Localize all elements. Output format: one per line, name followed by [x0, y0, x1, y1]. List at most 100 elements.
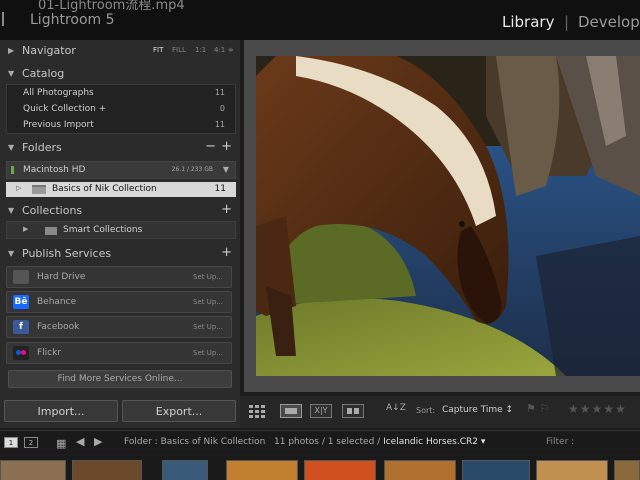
import-button[interactable]: Import... [4, 400, 118, 422]
filmstrip [0, 456, 640, 480]
collection-expand-icon[interactable]: ▶ [23, 225, 28, 233]
app-name: Lightroom 5 [30, 12, 115, 28]
behance-icon: Bē [13, 295, 29, 309]
publish-service-behance[interactable]: Bē Behance Set Up... [6, 291, 232, 313]
catalog-item-count: 0 [219, 104, 225, 113]
collections-title: Collections [22, 204, 83, 217]
catalog-item-previous-import[interactable]: Previous Import 11 [7, 118, 235, 134]
collection-item-smart-collections[interactable]: ▶ Smart Collections [6, 221, 236, 239]
grid-view-icon[interactable] [248, 404, 270, 418]
service-setup-button[interactable]: Set Up... [193, 323, 223, 331]
expand-triangle-icon: ▼ [8, 206, 15, 215]
primary-monitor-button[interactable]: 1 [4, 437, 18, 448]
catalog-list: All Photographs 11 Quick Collection + 0 … [6, 84, 236, 134]
publish-service-hard-drive[interactable]: Hard Drive Set Up... [6, 266, 232, 288]
remove-folder-icon[interactable]: − [205, 139, 216, 154]
catalog-title: Catalog [22, 67, 65, 80]
import-label: Import... [37, 405, 85, 418]
volume-macintosh-hd[interactable]: Macintosh HD 26.1 / 233 GB ▼ [6, 161, 236, 179]
filmstrip-thumbnail[interactable] [614, 460, 640, 480]
catalog-item-count: 11 [214, 120, 225, 129]
selected-file-dropdown[interactable]: Icelandic Horses.CR2 ▾ [383, 437, 485, 447]
add-publish-service-icon[interactable]: + [221, 245, 232, 260]
volume-label: Macintosh HD [23, 165, 86, 175]
library-toolbar: X|Y A↓Z Sort: Capture Time ↕ ⚑ ⚐ ★★★★★ [240, 396, 640, 428]
filmstrip-thumbnail[interactable] [72, 460, 142, 480]
module-library[interactable]: Library [502, 13, 554, 31]
collapse-triangle-icon: ▶ [8, 46, 15, 55]
expand-triangle-icon: ▼ [8, 143, 15, 152]
filmstrip-header: 1 2 ▦ ◀ ▶ Folder : Basics of Nik Collect… [0, 430, 640, 454]
expand-triangle-icon: ▼ [8, 249, 15, 258]
forward-arrow-icon[interactable]: ▶ [94, 435, 102, 448]
photo-count-info: 11 photos / 1 selected / Icelandic Horse… [274, 437, 485, 447]
hard-drive-icon [13, 270, 29, 284]
compare-view-icon[interactable]: X|Y [310, 404, 332, 418]
module-develop[interactable]: Develop [578, 13, 640, 31]
service-label: Behance [37, 297, 77, 307]
folder-count: 11 [214, 184, 226, 194]
catalog-item-quick-collection[interactable]: Quick Collection + 0 [7, 102, 235, 118]
survey-view-icon[interactable] [342, 404, 364, 418]
folder-icon [32, 185, 46, 194]
horse-photo[interactable] [256, 56, 640, 376]
navigator-title: Navigator [22, 44, 76, 57]
filmstrip-thumbnail[interactable] [226, 460, 298, 480]
collections-header[interactable]: ▼ Collections + [0, 202, 240, 220]
folder-item-basics-of-nik-collection[interactable]: ▷ Basics of Nik Collection 11 [6, 182, 236, 197]
service-setup-button[interactable]: Set Up... [193, 298, 223, 306]
grid-mode-icon[interactable]: ▦ [56, 437, 66, 450]
lightroom-logo-icon [2, 12, 12, 26]
navigator-header[interactable]: ▶ Navigator FIT FILL 1:1 4:1 ≑ [0, 42, 240, 60]
filter-label: Filter : [546, 437, 575, 447]
service-label: Flickr [37, 348, 62, 358]
filmstrip-thumbnail[interactable] [462, 460, 530, 480]
service-setup-button[interactable]: Set Up... [193, 349, 223, 357]
catalog-item-label: Previous Import [23, 120, 94, 130]
service-label: Hard Drive [37, 272, 86, 282]
zoom-stepper-icon[interactable]: ≑ [228, 46, 234, 54]
expand-triangle-icon: ▼ [8, 69, 15, 78]
filmstrip-thumbnail[interactable] [304, 460, 376, 480]
facebook-icon: f [13, 320, 29, 334]
folder-expand-icon[interactable]: ▷ [16, 184, 21, 192]
flickr-icon [13, 346, 29, 360]
filmstrip-thumbnail[interactable] [0, 460, 66, 480]
add-folder-icon[interactable]: + [221, 139, 232, 154]
folders-title: Folders [22, 141, 62, 154]
publish-services-title: Publish Services [22, 247, 112, 260]
find-more-services-button[interactable]: Find More Services Online... [8, 370, 232, 388]
filmstrip-thumbnail[interactable] [162, 460, 208, 480]
catalog-item-all-photographs[interactable]: All Photographs 11 [7, 86, 235, 102]
loupe-view-icon[interactable] [280, 404, 302, 418]
filmstrip-thumbnail[interactable] [384, 460, 456, 480]
sort-dropdown[interactable]: Capture Time ↕ [442, 405, 513, 415]
sort-direction-icon[interactable]: A↓Z [386, 403, 406, 413]
left-panel: ▶ Navigator FIT FILL 1:1 4:1 ≑ ▼ Catalog… [0, 40, 240, 428]
volume-size: 26.1 / 233 GB [171, 166, 213, 173]
catalog-header[interactable]: ▼ Catalog [0, 65, 240, 83]
smart-collection-folder-icon [45, 227, 57, 235]
source-path[interactable]: Folder : Basics of Nik Collection [124, 437, 265, 447]
zoom-4-1[interactable]: 4:1 [214, 46, 225, 54]
publish-service-facebook[interactable]: f Facebook Set Up... [6, 316, 232, 338]
star-rating[interactable]: ★★★★★ [568, 402, 627, 416]
zoom-fit[interactable]: FIT [153, 46, 163, 54]
service-label: Facebook [37, 322, 80, 332]
export-button[interactable]: Export... [122, 400, 236, 422]
folders-header[interactable]: ▼ Folders − + [0, 139, 240, 157]
zoom-1-1[interactable]: 1:1 [195, 46, 206, 54]
zoom-fill[interactable]: FILL [172, 46, 186, 54]
flag-icons[interactable]: ⚑ ⚐ [526, 402, 549, 415]
folder-label: Basics of Nik Collection [52, 184, 157, 194]
filmstrip-thumbnail[interactable] [536, 460, 608, 480]
secondary-monitor-button[interactable]: 2 [24, 437, 38, 448]
service-setup-button[interactable]: Set Up... [193, 273, 223, 281]
volume-dropdown-icon[interactable]: ▼ [223, 165, 229, 174]
catalog-item-label: Quick Collection + [23, 104, 107, 114]
back-arrow-icon[interactable]: ◀ [76, 435, 84, 448]
publish-service-flickr[interactable]: Flickr Set Up... [6, 342, 232, 364]
publish-services-header[interactable]: ▼ Publish Services + [0, 245, 240, 263]
module-separator: | [564, 13, 570, 31]
add-collection-icon[interactable]: + [221, 202, 232, 217]
